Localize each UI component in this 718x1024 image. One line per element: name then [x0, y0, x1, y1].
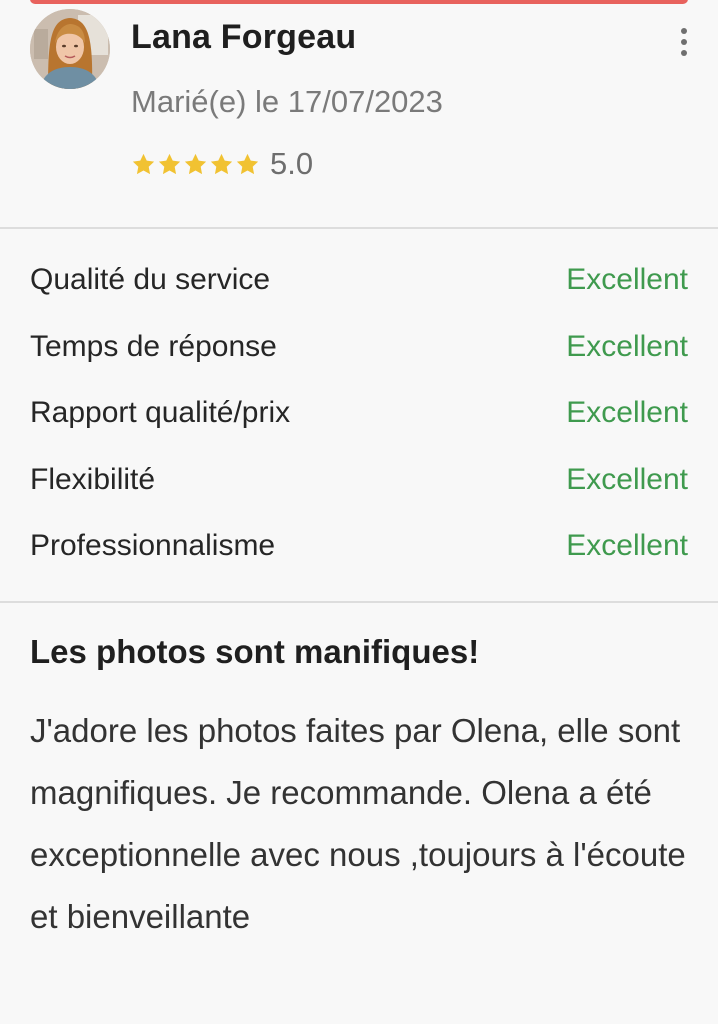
rating-grade: Excellent [566, 462, 688, 496]
menu-dot [681, 28, 687, 34]
star-icon [132, 153, 155, 174]
detailed-ratings: Qualité du service Excellent Temps de ré… [30, 247, 688, 580]
rating-criterion: Professionnalisme [30, 529, 276, 563]
star-icon [236, 153, 259, 174]
overall-rating: 5.0 [131, 145, 313, 183]
review-title: Les photos sont manifiques! [30, 633, 480, 670]
rating-criterion: Qualité du service [30, 263, 271, 297]
review-card: Lana Forgeau Marié(e) le 17/07/2023 5.0 … [0, 0, 718, 1024]
divider [0, 227, 718, 229]
avatar[interactable] [30, 9, 110, 89]
rating-item: Temps de réponse Excellent [30, 314, 688, 381]
more-vertical-icon[interactable] [674, 28, 694, 56]
star-rating [131, 152, 260, 177]
star-icon [210, 153, 233, 174]
divider [0, 601, 718, 603]
rating-criterion: Temps de réponse [30, 329, 277, 363]
avatar-photo [30, 9, 110, 89]
rating-grade: Excellent [566, 529, 688, 563]
menu-dot [681, 50, 687, 56]
review-body: J'adore les photos faites par Olena, ell… [30, 712, 686, 935]
rating-item: Rapport qualité/prix Excellent [30, 380, 688, 447]
rating-criterion: Flexibilité [30, 462, 156, 496]
rating-grade: Excellent [566, 263, 688, 297]
star-icon [158, 153, 181, 174]
rating-grade: Excellent [566, 329, 688, 363]
review-header: Lana Forgeau Marié(e) le 17/07/2023 5.0 [0, 0, 718, 228]
reviewer-name: Lana Forgeau [131, 18, 357, 56]
rating-value: 5.0 [270, 146, 314, 181]
wedding-date: Marié(e) le 17/07/2023 [131, 84, 443, 119]
star-icon [184, 153, 207, 174]
rating-item: Professionnalisme Excellent [30, 513, 688, 580]
rating-item: Qualité du service Excellent [30, 247, 688, 314]
menu-dot [681, 39, 687, 45]
rating-item: Flexibilité Excellent [30, 447, 688, 514]
rating-criterion: Rapport qualité/prix [30, 396, 291, 430]
rating-grade: Excellent [566, 396, 688, 430]
